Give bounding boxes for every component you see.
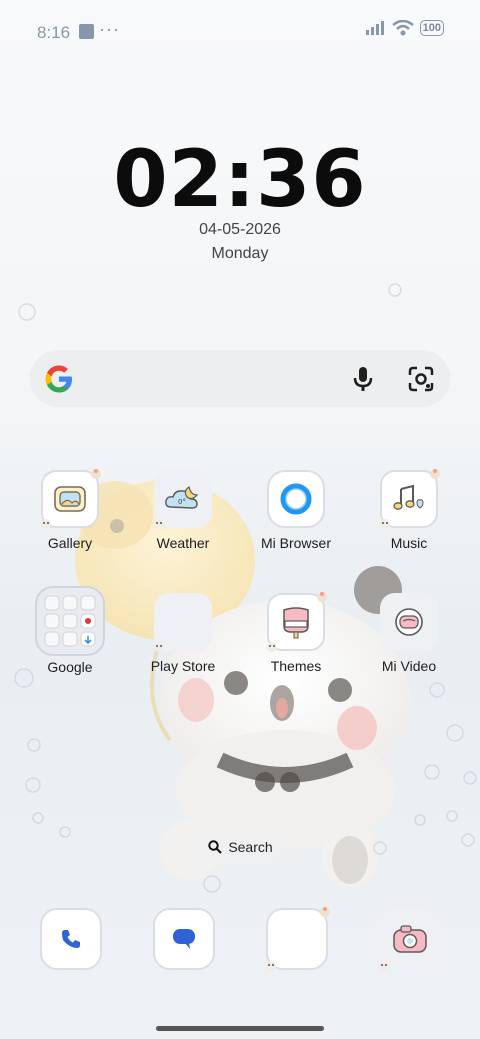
wifi-icon: [391, 20, 414, 36]
google-folder-icon: [35, 586, 105, 656]
bear-sticker-icon: [91, 469, 101, 479]
notification-square-icon: [79, 24, 94, 39]
bear-sticker-icon: [379, 961, 389, 971]
bear-sticker-icon: [267, 642, 277, 652]
app-weather[interactable]: 0° Weather: [133, 470, 233, 551]
battery-indicator: 100: [419, 20, 444, 36]
search-icon: [208, 839, 223, 854]
gallery-icon: [41, 469, 101, 529]
play-store-icon: [154, 593, 212, 652]
camera-icon: [379, 908, 441, 971]
bear-sticker-icon: [266, 961, 276, 971]
signal-icon: [365, 21, 384, 35]
app-label: Gallery: [47, 535, 93, 551]
google-g-icon: [45, 365, 72, 393]
home-gesture-bar[interactable]: [156, 1026, 324, 1031]
video-icon: [380, 593, 438, 651]
browser-icon: [267, 470, 325, 528]
app-music[interactable]: Music: [359, 469, 459, 551]
bear-sticker-icon: [317, 592, 327, 602]
music-icon: [380, 469, 440, 529]
themes-icon: [267, 592, 327, 652]
bear-sticker-icon: [154, 519, 164, 529]
app-mi-browser[interactable]: Mi Browser: [246, 470, 346, 551]
status-time: 8:16: [37, 23, 71, 42]
app-label: Mi Video: [381, 658, 437, 674]
bear-sticker-icon: [154, 642, 164, 652]
app-label: Themes: [270, 658, 322, 674]
status-bar: 8:16 ··· 100: [0, 0, 480, 64]
clock-date: 04-05-2026: [199, 221, 281, 238]
dock-messages[interactable]: [153, 908, 215, 970]
google-search-bar[interactable]: [30, 350, 450, 407]
bear-sticker-icon: [320, 907, 330, 917]
app-search-button[interactable]: Search: [197, 829, 284, 864]
bear-sticker-icon: [380, 519, 390, 529]
svg-text:0°: 0°: [178, 498, 186, 506]
app-play-store[interactable]: Play Store: [133, 593, 233, 674]
weather-icon: 0°: [154, 470, 212, 529]
app-label: Mi Browser: [260, 535, 331, 551]
phone-icon: [40, 908, 102, 970]
blank-app-icon: [266, 907, 330, 971]
clock-day: Monday: [211, 245, 269, 262]
messages-icon: [153, 908, 215, 970]
clock-time[interactable]: 02:36: [0, 135, 480, 225]
app-label: Play Store: [150, 658, 216, 674]
app-mi-video[interactable]: Mi Video: [359, 593, 459, 674]
app-label: Google: [47, 659, 93, 675]
more-notifications-icon: ···: [99, 19, 120, 39]
app-folder-google[interactable]: Google: [20, 586, 120, 675]
mic-icon[interactable]: [350, 365, 376, 393]
bear-sticker-icon: [41, 519, 51, 529]
app-themes[interactable]: Themes: [246, 592, 346, 674]
app-label: Weather: [156, 535, 210, 551]
dock-phone[interactable]: [40, 908, 102, 970]
app-label: Music: [390, 535, 428, 551]
dock-camera[interactable]: [379, 908, 441, 971]
google-lens-icon[interactable]: [407, 365, 435, 393]
dock-app[interactable]: [266, 907, 330, 971]
bear-sticker-icon: [430, 469, 440, 479]
app-search-label: Search: [228, 838, 273, 855]
app-gallery[interactable]: Gallery: [20, 469, 120, 551]
